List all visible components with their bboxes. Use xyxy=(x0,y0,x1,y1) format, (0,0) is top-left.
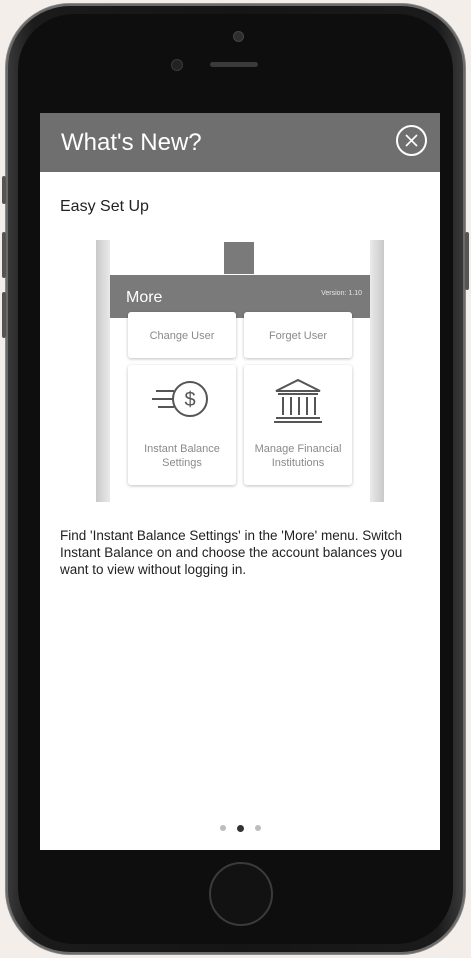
tile-label-line2: Settings xyxy=(162,457,202,469)
preview-tile-instant-balance: $ Instant Balance Settings xyxy=(128,365,236,485)
front-camera-icon xyxy=(172,60,182,70)
tile-label: Change User xyxy=(149,330,215,342)
tile-label-line1: Manage Financial xyxy=(254,443,342,455)
tile-label-line1: Instant Balance xyxy=(144,443,220,455)
volume-up-button xyxy=(2,232,6,278)
dollar-speed-icon: $ xyxy=(152,381,208,417)
section-subtitle: Easy Set Up xyxy=(60,198,149,215)
volume-down-button xyxy=(2,292,6,338)
preview-status-block xyxy=(224,242,254,274)
modal-title: What's New? xyxy=(61,129,202,156)
page-dot-1[interactable] xyxy=(220,825,226,831)
preview-tile-manage-institutions: Manage Financial Institutions xyxy=(244,365,352,485)
modal-header: What's New? xyxy=(40,113,440,172)
mute-switch xyxy=(2,176,6,204)
tile-label: Forget User xyxy=(268,330,328,342)
preview-title: More xyxy=(126,289,163,306)
feature-preview-image: More Version: 1.10 Change User Forget Us… xyxy=(96,240,384,502)
home-button[interactable] xyxy=(209,862,273,926)
earpiece-speaker xyxy=(210,62,258,67)
svg-text:$: $ xyxy=(184,389,195,411)
preview-tile-forget-user: Forget User xyxy=(244,312,352,358)
close-icon xyxy=(405,134,418,147)
preview-version: Version: 1.10 xyxy=(321,290,362,297)
preview-frame-left xyxy=(96,240,110,502)
feature-description: Find 'Instant Balance Settings' in the '… xyxy=(60,528,403,577)
preview-tile-change-user: Change User xyxy=(128,312,236,358)
bank-icon xyxy=(274,378,322,423)
camera-dot xyxy=(234,32,243,41)
page-indicator[interactable] xyxy=(220,824,266,833)
page-dot-2-active[interactable] xyxy=(237,824,244,832)
page-dot-3[interactable] xyxy=(255,825,261,831)
close-button[interactable] xyxy=(396,125,427,156)
whats-new-screen: What's New? Easy Set Up More Version: 1.… xyxy=(40,113,440,850)
tile-label-line2: Institutions xyxy=(271,457,325,469)
preview-frame-right xyxy=(370,240,384,502)
power-button xyxy=(465,232,469,290)
